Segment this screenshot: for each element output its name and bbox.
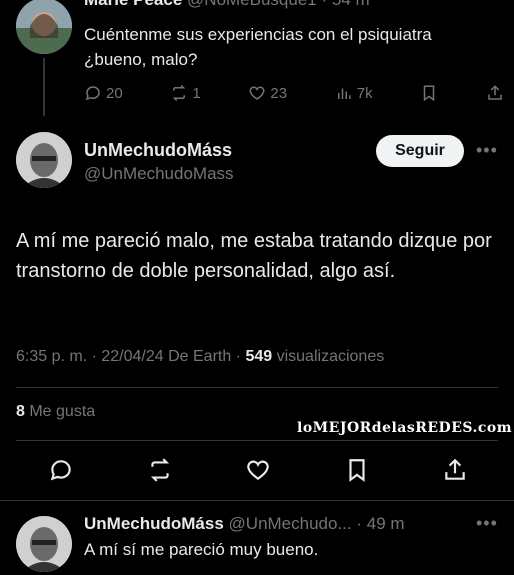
share-icon[interactable]: [442, 457, 468, 483]
reply-time[interactable]: · 49 m: [356, 514, 404, 533]
likes-label: Me gusta: [24, 403, 96, 420]
views-label: visualizaciones: [272, 348, 385, 365]
share-icon: [488, 85, 502, 100]
reply-count: 20: [106, 84, 123, 102]
follow-button[interactable]: Seguir: [376, 135, 464, 167]
main-tweet-text: A mí me pareció malo, me estaba tratando…: [16, 230, 492, 282]
main-author-name[interactable]: UnMechudoMáss: [84, 140, 232, 161]
like-icon[interactable]: [245, 457, 271, 483]
parent-text-line: ¿bueno, malo?: [84, 50, 198, 69]
parent-author-name[interactable]: Marie Peace: [84, 0, 182, 9]
likes-summary[interactable]: 8 Me gusta: [16, 403, 95, 421]
parent-header: Marie Peace @NoMeBusque1 · 54 m: [84, 0, 370, 10]
parent-avatar[interactable]: [16, 0, 72, 54]
main-action-row: [48, 455, 468, 485]
thread-line: [43, 58, 45, 116]
parent-action-row: 20 1 23 7k: [84, 82, 504, 104]
bookmark-icon[interactable]: [344, 457, 370, 483]
bookmark-icon: [424, 85, 435, 102]
likes-count: 8: [16, 403, 25, 420]
parent-time[interactable]: 54 m: [332, 0, 370, 9]
divider: [16, 440, 498, 441]
reply-tweet-text: A mí sí me pareció muy bueno.: [84, 540, 319, 559]
share-button[interactable]: [486, 84, 504, 102]
tweet-timestamp[interactable]: 6:35 p. m. · 22/04/24 De Earth ·: [16, 348, 245, 365]
reply-header: UnMechudoMáss @UnMechudo... · 49 m: [84, 514, 405, 534]
reply-button[interactable]: 20: [84, 84, 123, 102]
more-icon[interactable]: •••: [476, 513, 498, 534]
divider: [0, 500, 514, 501]
like-count: 23: [270, 84, 288, 102]
views-count: 549: [245, 348, 273, 365]
views-count: 7k: [356, 84, 373, 102]
reply-icon: [85, 86, 100, 101]
reply-author-name[interactable]: UnMechudoMáss: [84, 514, 224, 533]
reply-author-handle[interactable]: @UnMechudo...: [229, 514, 352, 533]
repost-icon[interactable]: [147, 457, 173, 483]
watermark-text: loMEJORdelasREDES.com: [297, 420, 513, 436]
reply-author-avatar[interactable]: [16, 516, 72, 572]
main-author-handle[interactable]: @UnMechudoMass: [84, 164, 234, 184]
parent-tweet-text: Cuéntenme sus experiencias con el psiqui…: [84, 22, 504, 72]
divider: [16, 387, 498, 388]
reply-icon[interactable]: [48, 457, 74, 483]
like-icon: [249, 86, 265, 100]
repost-count: 1: [192, 84, 201, 102]
views-icon: [337, 88, 351, 99]
views-button[interactable]: 7k: [335, 84, 373, 102]
tweet-meta: 6:35 p. m. · 22/04/24 De Earth · 549 vis…: [16, 348, 384, 366]
repost-button[interactable]: 1: [170, 84, 201, 102]
parent-author-handle[interactable]: @NoMeBusque1: [187, 0, 317, 9]
more-icon[interactable]: •••: [476, 140, 498, 161]
repost-icon: [173, 84, 186, 102]
bookmark-button[interactable]: [420, 84, 438, 102]
like-button[interactable]: 23: [248, 84, 287, 102]
main-author-avatar[interactable]: [16, 132, 72, 188]
parent-text-line: Cuéntenme sus experiencias con el psiqui…: [84, 25, 432, 44]
